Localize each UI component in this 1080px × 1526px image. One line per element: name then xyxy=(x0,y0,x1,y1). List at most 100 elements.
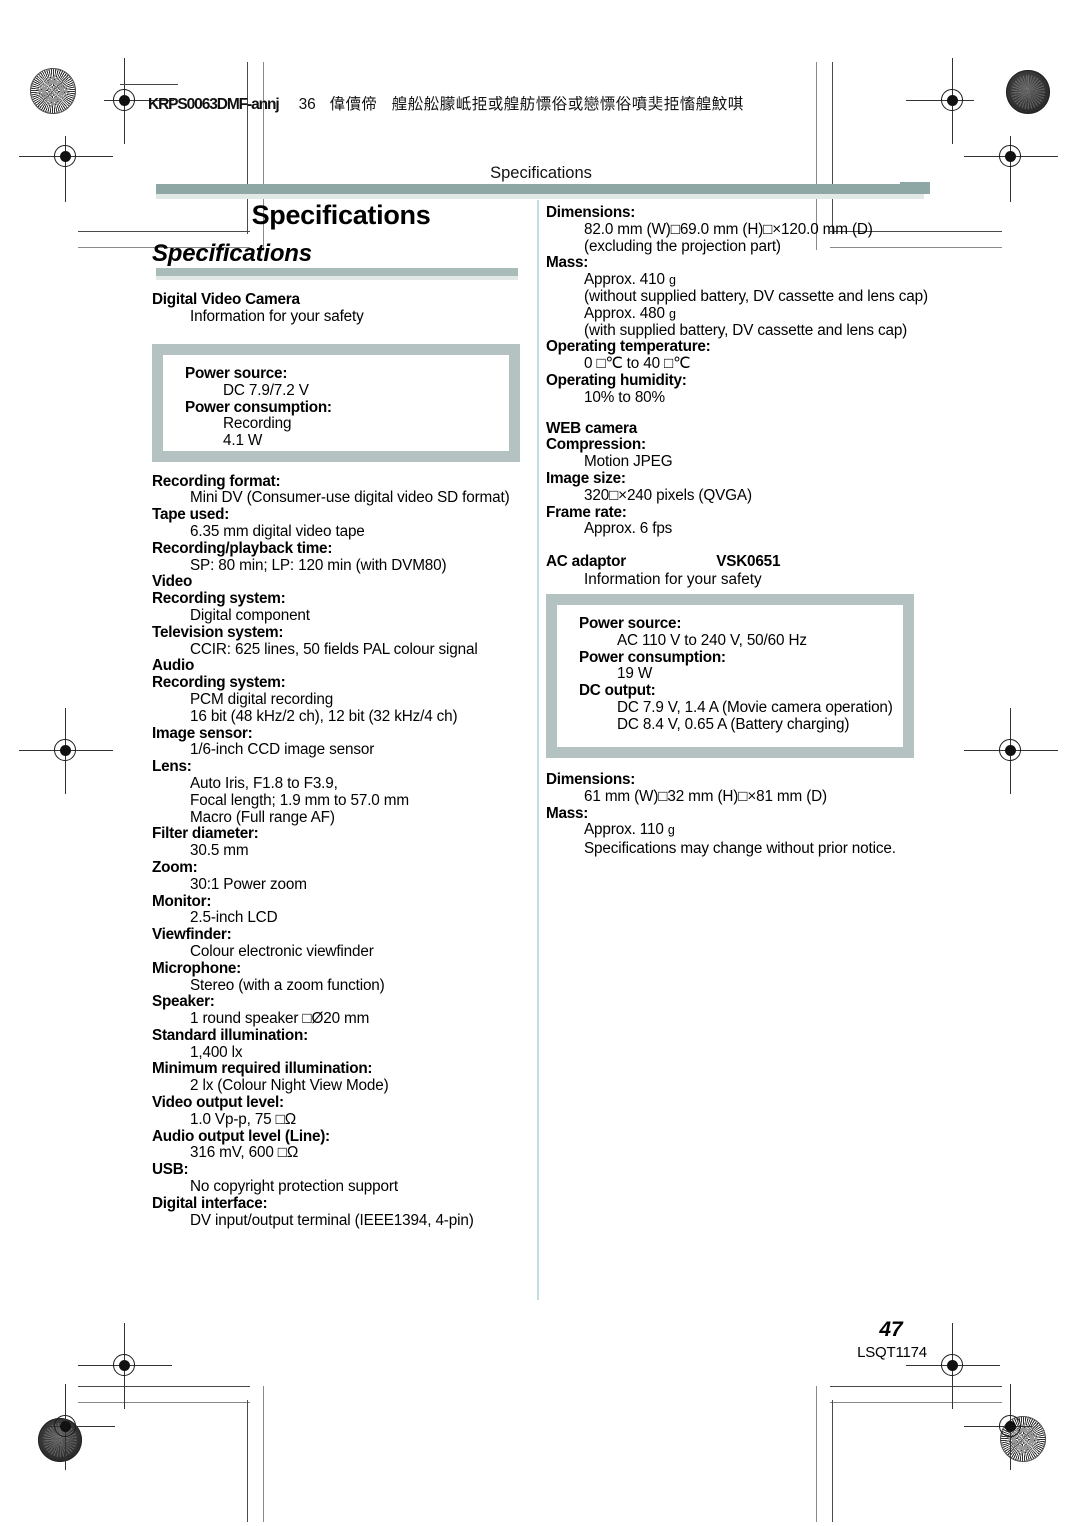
running-head: Specifications xyxy=(490,164,592,182)
spec-term: Video xyxy=(152,573,193,591)
camera-operating-humidity-label: Operating humidity: xyxy=(546,371,687,389)
ac-adaptor-tail: Dimensions: 61 mm (W)□32 mm (H)□×81 mm (… xyxy=(546,771,928,839)
camera-mass-value-1: Approx. 410 g xyxy=(584,271,676,289)
camera-dimensions-note: (excluding the projection part) xyxy=(584,237,781,255)
ac-power-source-value: AC 110 V to 240 V, 50/60 Hz xyxy=(617,631,807,649)
camera-spec-list: Recording format: Mini DV (Consumer-use d… xyxy=(152,473,530,1230)
spec-term: Microphone: xyxy=(152,959,242,977)
spec-value: Stereo (with a zoom function) xyxy=(190,976,385,994)
header-rule xyxy=(156,184,924,194)
ac-adaptor-power-box: Power source: AC 110 V to 240 V, 50/60 H… xyxy=(546,594,914,758)
spec-term: Recording system: xyxy=(152,590,286,608)
spec-value: Focal length; 1.9 mm to 57.0 mm xyxy=(190,791,409,809)
spec-term: Image sensor: xyxy=(152,724,253,742)
spec-value: 1 round speaker □Ø20 mm xyxy=(190,1010,370,1028)
spec-value: PCM digital recording xyxy=(190,690,334,708)
spec-value: 30:1 Power zoom xyxy=(190,875,307,893)
web-image-size-value: 320□×240 pixels (QVGA) xyxy=(584,486,752,504)
camera-operating-temperature-label: Operating temperature: xyxy=(546,338,711,356)
camera-power-box: Power source: DC 7.9/7.2 V Power consump… xyxy=(152,344,520,462)
web-compression-label: Compression: xyxy=(546,436,646,454)
spec-value: 16 bit (48 kHz/2 ch), 12 bit (32 kHz/4 c… xyxy=(190,707,458,725)
spec-value: No copyright protection support xyxy=(190,1178,398,1196)
camera-power-source-label: Power source: xyxy=(185,365,288,382)
spec-value: Auto Iris, F1.8 to F3.9, xyxy=(190,774,338,792)
section-rule xyxy=(156,268,518,276)
ac-mass-label: Mass: xyxy=(546,804,589,822)
spec-term: Speaker: xyxy=(152,993,215,1011)
spec-term: Audio xyxy=(152,657,195,675)
camera-power-consumption-label: Power consumption: xyxy=(185,398,332,416)
spec-term: Lens: xyxy=(152,758,192,776)
spec-term: Minimum required illumination: xyxy=(152,1060,373,1078)
spec-value: 30.5 mm xyxy=(190,842,249,860)
right-column: Dimensions: 82.0 mm (W)□69.0 mm (H)□×120… xyxy=(546,204,928,538)
spec-value: DV input/output terminal (IEEE1394, 4-pi… xyxy=(190,1211,474,1229)
camera-mass-label: Mass: xyxy=(546,254,589,272)
spec-value: 1.0 Vp-p, 75 □Ω xyxy=(190,1110,297,1128)
ac-power-consumption-value: 19 W xyxy=(617,665,653,683)
camera-operating-humidity-value: 10% to 80% xyxy=(584,388,665,406)
spec-term: Monitor: xyxy=(152,892,212,910)
spec-term: Digital interface: xyxy=(152,1194,268,1212)
ac-power-source-label: Power source: xyxy=(579,615,682,632)
spec-term: Audio output level (Line): xyxy=(152,1127,330,1145)
camera-subheading: Information for your safety xyxy=(190,307,364,325)
camera-power-consumption-value-1: Recording xyxy=(223,415,292,433)
spec-value: 2 lx (Colour Night View Mode) xyxy=(190,1077,389,1095)
spec-term: Filter diameter: xyxy=(152,825,259,843)
section-title: Specifications xyxy=(152,240,312,267)
spec-value: 1/6-inch CCD image sensor xyxy=(190,741,375,759)
specifications-disclaimer: Specifications may change without prior … xyxy=(584,840,896,857)
document-page: Specifications Specifications Specificat… xyxy=(0,0,1080,1526)
spec-term: Television system: xyxy=(152,623,284,641)
ac-dimensions-value: 61 mm (W)□32 mm (H)□×81 mm (D) xyxy=(584,787,828,805)
ac-adaptor-label: AC adaptor xyxy=(546,553,626,570)
spec-term: Recording system: xyxy=(152,674,286,692)
page-title: Specifications xyxy=(251,200,431,230)
spec-value: 316 mV, 600 □Ω xyxy=(190,1144,299,1162)
spec-value: Macro (Full range AF) xyxy=(190,808,335,826)
spec-value: 2.5-inch LCD xyxy=(190,909,278,927)
ac-adaptor-subheading: Information for your safety xyxy=(584,571,762,588)
spec-term: Recording/playback time: xyxy=(152,539,333,557)
camera-operating-temperature-value: 0 □℃ to 40 □℃ xyxy=(584,355,691,373)
web-camera-heading: WEB camera xyxy=(546,419,638,437)
section-rule-shadow xyxy=(156,276,518,280)
camera-power-consumption-value-2: 4.1 W xyxy=(223,432,263,450)
spec-term: Video output level: xyxy=(152,1094,284,1112)
ac-power-consumption-label: Power consumption: xyxy=(579,648,726,666)
spec-value: 6.35 mm digital video tape xyxy=(190,522,365,540)
document-code: LSQT1174 xyxy=(857,1344,927,1361)
spec-term: Standard illumination: xyxy=(152,1026,308,1044)
spec-value: SP: 80 min; LP: 120 min (with DVM80) xyxy=(190,556,447,574)
web-frame-rate-value: Approx. 6 fps xyxy=(584,520,673,538)
camera-dimensions-label: Dimensions: xyxy=(546,204,636,221)
ac-dc-output-label: DC output: xyxy=(579,682,656,700)
web-compression-value: Motion JPEG xyxy=(584,453,673,471)
header-rule-shadow xyxy=(156,194,924,199)
camera-mass-note-1: (without supplied battery, DV cassette a… xyxy=(584,287,928,305)
camera-dimensions-value: 82.0 mm (W)□69.0 mm (H)□×120.0 mm (D) xyxy=(584,220,873,238)
spec-value: Digital component xyxy=(190,606,310,624)
ac-adaptor-model: VSK0651 xyxy=(716,553,781,570)
camera-mass-value-2: Approx. 480 g xyxy=(584,304,676,322)
web-frame-rate-label: Frame rate: xyxy=(546,503,627,521)
spec-term: Zoom: xyxy=(152,858,198,876)
ac-adaptor-heading: AC adaptor VSK0651 xyxy=(546,553,780,571)
spec-value: CCIR: 625 lines, 50 fields PAL colour si… xyxy=(190,640,478,658)
page-number: 47 xyxy=(879,1318,903,1341)
column-divider xyxy=(537,200,539,1300)
ac-dimensions-label: Dimensions: xyxy=(546,771,636,788)
ac-dc-output-value-2: DC 8.4 V, 0.65 A (Battery charging) xyxy=(617,715,850,733)
spec-value: Mini DV (Consumer-use digital video SD f… xyxy=(190,489,510,507)
spec-term: Viewfinder: xyxy=(152,926,232,944)
camera-mass-note-2: (with supplied battery, DV cassette and … xyxy=(584,321,908,339)
camera-power-source-value: DC 7.9/7.2 V xyxy=(223,381,309,399)
ac-mass-value: Approx. 110 g xyxy=(584,821,675,839)
web-image-size-label: Image size: xyxy=(546,469,626,487)
camera-heading: Digital Video Camera xyxy=(152,291,300,308)
ac-dc-output-value-1: DC 7.9 V, 1.4 A (Movie camera operation) xyxy=(617,698,893,716)
spec-value: Colour electronic viewfinder xyxy=(190,942,374,960)
spec-term: Tape used: xyxy=(152,506,230,524)
